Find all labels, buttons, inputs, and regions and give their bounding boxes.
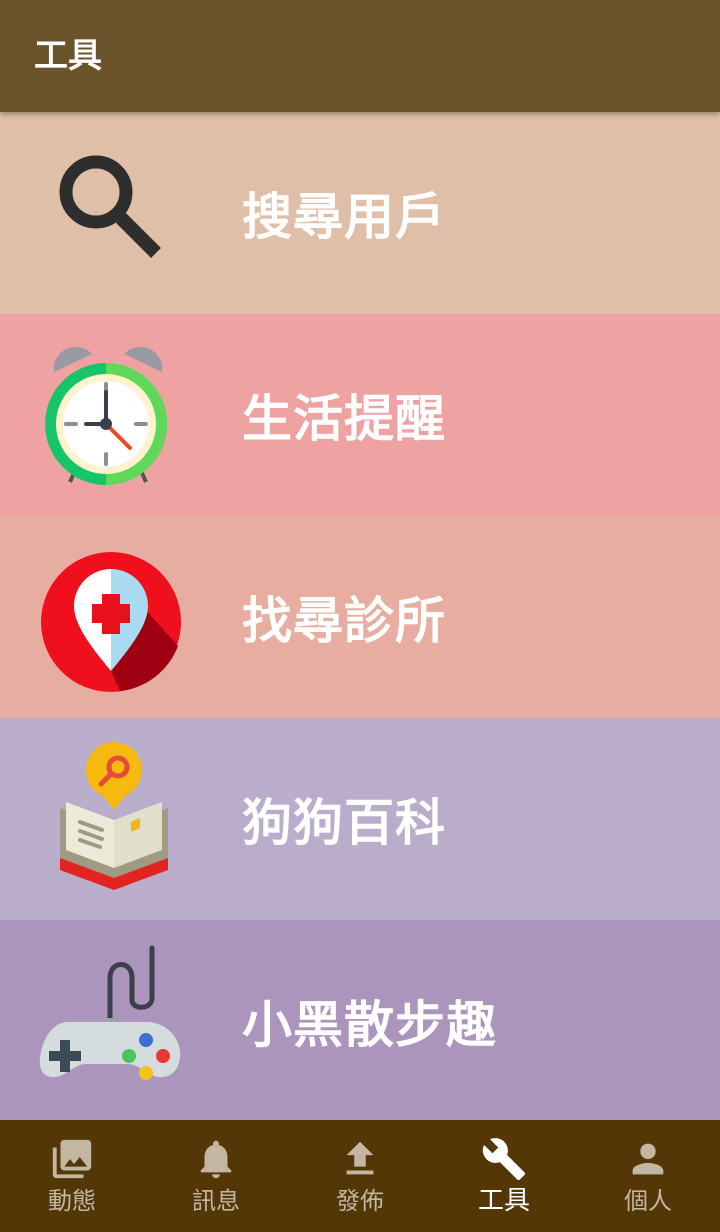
menu-item-label: 搜尋用戶 bbox=[242, 188, 446, 246]
app-bar: 工具 bbox=[0, 0, 720, 112]
nav-tab-tools[interactable]: 工具 bbox=[432, 1120, 576, 1232]
menu-item-label: 小黑散步趣 bbox=[242, 996, 497, 1054]
game-controller-icon bbox=[28, 940, 188, 1100]
nav-tab-publish[interactable]: 發佈 bbox=[288, 1120, 432, 1232]
nav-tab-messages[interactable]: 訊息 bbox=[144, 1120, 288, 1232]
menu-item-find-clinic[interactable]: 找尋診所 bbox=[0, 516, 720, 718]
encyclopedia-book-icon bbox=[28, 738, 188, 898]
nav-label: 發佈 bbox=[336, 1187, 384, 1215]
nav-label: 動態 bbox=[48, 1187, 96, 1215]
menu-item-walk-game[interactable]: 小黑散步趣 bbox=[0, 920, 720, 1122]
menu-item-label: 生活提醒 bbox=[242, 390, 446, 448]
page-title: 工具 bbox=[34, 36, 102, 76]
tool-list: 搜尋用戶 生活提醒 找尋診所 狗狗百科 小黑散步趣 bbox=[0, 112, 720, 1122]
alarm-clock-icon bbox=[28, 334, 188, 494]
bell-icon bbox=[200, 1140, 232, 1179]
upload-icon bbox=[346, 1141, 374, 1175]
clinic-location-icon bbox=[28, 536, 188, 696]
nav-label: 個人 bbox=[624, 1187, 672, 1215]
menu-item-dog-encyclopedia[interactable]: 狗狗百科 bbox=[0, 718, 720, 920]
wrench-icon bbox=[482, 1138, 526, 1181]
search-icon bbox=[28, 132, 188, 292]
menu-item-life-reminder[interactable]: 生活提醒 bbox=[0, 314, 720, 516]
nav-label: 工具 bbox=[477, 1186, 530, 1216]
menu-item-label: 狗狗百科 bbox=[242, 794, 446, 852]
menu-item-search-users[interactable]: 搜尋用戶 bbox=[0, 112, 720, 314]
menu-item-label: 找尋診所 bbox=[242, 592, 446, 650]
person-icon bbox=[632, 1143, 664, 1175]
nav-label: 訊息 bbox=[192, 1187, 240, 1215]
nav-tab-feed[interactable]: 動態 bbox=[0, 1120, 144, 1232]
photo-library-icon bbox=[52, 1139, 92, 1179]
bottom-navigation: 動態 訊息 發佈 工具 個人 bbox=[0, 1120, 720, 1232]
nav-tab-profile[interactable]: 個人 bbox=[576, 1120, 720, 1232]
